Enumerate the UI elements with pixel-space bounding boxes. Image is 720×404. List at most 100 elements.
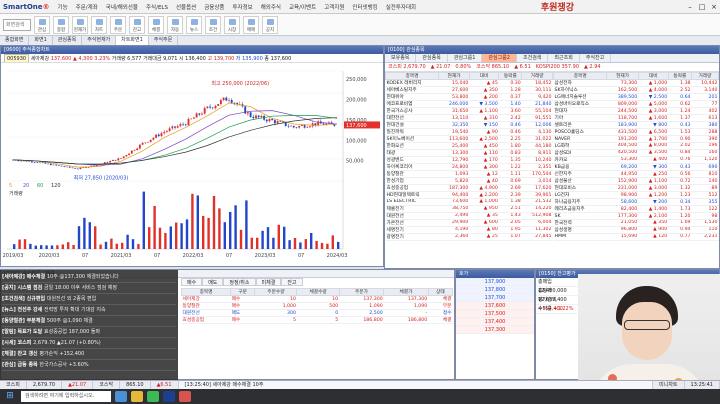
order-row[interactable]: 세아제강 매수 10 10 137,300 137,300 체결 (181, 295, 453, 303)
screen-tab[interactable]: 관심종목 (53, 36, 83, 45)
watchlist-row[interactable]: 셀트리온 183,900 ▼ 800 0.43 380 (553, 121, 719, 130)
toolbar-button[interactable]: 현재가 (72, 15, 88, 34)
column-header[interactable]: 등락률 (498, 72, 523, 80)
orderbook-price-row[interactable]: 137,400 (456, 318, 534, 326)
maximize-icon[interactable]: □ (696, 3, 708, 11)
order-row[interactable]: 대원전선 매도 300 0 2,500- 접수 (181, 309, 453, 317)
watchlist-row[interactable]: 현대위아 53,800 ▲ 200 0.37 9,420 (385, 93, 553, 101)
watchlist-row[interactable]: LG화학 404,500 ▲ 8,000 2.02 196 (553, 142, 719, 150)
watchlist-tab[interactable]: 보유종목 (385, 54, 417, 62)
toolbar-button[interactable]: 조건 (205, 15, 221, 34)
watchlist-row[interactable]: 삼성전자 73,300 ▲ 1,000 1.38 10,442 (553, 79, 719, 88)
recording-app-icon[interactable] (179, 391, 191, 402)
notification-item[interactable]: [뉴스] 전선주 강세 전력망 투자 확대 기대감 지속 (2, 305, 176, 316)
column-header[interactable]: 거래량 (691, 71, 719, 81)
orderbook-price-row[interactable]: 137,700 (456, 294, 534, 302)
watchlist-row[interactable]: 신한지주 44,950 ▲ 250 0.56 810 (553, 170, 719, 179)
watchlist-row[interactable]: 기아 118,700 ▲ 1,600 1.37 613 (553, 114, 719, 123)
toolbar-button[interactable]: 차트 (91, 15, 107, 34)
trading-app-icon[interactable] (163, 391, 175, 402)
menu-item[interactable]: 인터넷뱅킹 (348, 3, 381, 11)
watchlist-row[interactable]: HD현대일렉트릭 94,400 ▲ 2,200 2.39 39,901 (385, 191, 553, 199)
watchlist-row[interactable]: 광명전기 2,360 ▲ 25 1.07 27,845 (385, 233, 553, 241)
notification-item[interactable]: [시세] 코스피 2,679.70 ▲21.07 (+0.80%) (2, 338, 176, 349)
watchlist-row[interactable]: LG전자 98,900 ▲ 1,200 1.23 512 (553, 191, 719, 200)
watchlist-row[interactable]: SK하이닉스 162,500 ▲ 4,000 2.52 3,140 (553, 86, 719, 95)
menu-item[interactable]: 국내/해외선물 (102, 3, 142, 11)
column-header[interactable]: 종목명 (552, 71, 608, 81)
orderbook-price-row[interactable]: 137,800 (456, 286, 534, 294)
order-row[interactable]: 동양철관 매수 1,000 500 1,090 1,090 부분 (181, 302, 453, 310)
menu-item[interactable]: 투자정보 (229, 3, 257, 11)
toolbar-button[interactable]: 뉴스 (186, 15, 202, 34)
watchlist-row[interactable]: 세아베스틸지주 27,600 ▲ 350 1.28 30,111 (385, 86, 553, 94)
toolbar-button[interactable]: 잔고 (129, 15, 145, 34)
order-row[interactable]: 효성중공업 매수 5 5 186,800 186,800 체결 (181, 316, 453, 324)
watchlist-row[interactable]: 삼성SDI 420,500 ▲ 3,500 0.84 160 (553, 149, 719, 157)
watchlist-row[interactable]: LS ELECTRIC 73,600 ▲ 1,000 1.38 21,532 (385, 198, 553, 206)
watchlist-row[interactable]: POSCO홀딩스 431,500 ▲ 6,500 1.53 288 (553, 128, 719, 137)
watchlist-tab[interactable]: 관심그룹2 (482, 54, 517, 62)
order-tab[interactable]: 매수 (181, 278, 203, 286)
watchlist-row[interactable]: LG에너지솔루션 389,500 ▼ 2,500 0.64 201 (553, 93, 719, 102)
watchlist-row[interactable]: 일진파워 19,540 ▲ 90 0.46 4,130 (385, 128, 553, 136)
watchlist-row[interactable]: 동양철관 1,093 ▲ 12 1.11 170,544 (385, 170, 553, 178)
watchlist-row[interactable]: 세명전기 4,190 ▲ 80 1.95 11,302 (385, 226, 553, 234)
order-tab[interactable]: 미체결 (255, 278, 282, 286)
screen-tab[interactable]: 주식주문 (149, 36, 179, 45)
watchlist-row[interactable]: 한화오션 25,400 ▲ 450 1.80 44,180 (385, 142, 553, 150)
watchlist-row[interactable]: SK 177,300 ▲ 2,100 1.20 98 (553, 212, 719, 220)
toolbar-button[interactable]: 매매 (243, 15, 259, 34)
watchlist-row[interactable]: 한성기업 5,820 ▲ 40 0.69 3,014 (385, 177, 553, 185)
watchlist-row[interactable]: NAVER 191,200 ▲ 1,700 0.90 390 (553, 135, 719, 143)
watchlist-row[interactable]: HMM 15,690 ▲ 120 0.77 2,231 (553, 233, 719, 241)
notification-item[interactable]: [공지] 시스템 점검 금일 18:00 이후 서비스 점검 예정 (2, 283, 176, 294)
watchlist-row[interactable]: 현대건설 32,350 ▼ 150 0.46 12,006 (385, 121, 553, 129)
watchlist-row[interactable]: 제룡전기 38,750 ▲ 950 2.51 14,220 (385, 205, 553, 213)
watchlist-row[interactable]: 하이록코리아 24,800 ▲ 300 1.22 2,351 (385, 163, 553, 171)
toolbar-button[interactable]: 체결 (148, 15, 164, 34)
toolbar-button[interactable]: 공지 (262, 15, 278, 34)
menu-item[interactable]: 고객지원 (320, 3, 348, 11)
close-icon[interactable]: × (708, 3, 720, 11)
screen-tab[interactable]: 화면1 (29, 36, 53, 45)
column-header[interactable]: 대비 (637, 71, 669, 81)
menu-item[interactable]: 주문/계좌 (72, 3, 102, 11)
toolbar-button[interactable]: 시장 (224, 15, 240, 34)
watchlist-row[interactable]: KB금융 69,200 ▼ 300 0.43 690 (553, 163, 719, 172)
watchlist-tab[interactable]: 관심종목 (416, 54, 448, 62)
notification-item[interactable]: [동양철관] 부분체결 500주 @1,090 체결 (2, 316, 176, 327)
menu-item[interactable]: 교육/이벤트 (285, 3, 320, 11)
notification-item[interactable]: [체결] 잔고 갱신 평가손익 +152,400 (2, 349, 176, 360)
order-tab[interactable]: 정정/취소 (223, 278, 256, 286)
windows-start-icon[interactable]: ⊞ (3, 391, 17, 402)
menu-item[interactable]: 주식/ELS (142, 3, 172, 11)
watchlist-row[interactable]: 현대차 244,500 ▲ 3,000 1.24 402 (553, 107, 719, 116)
toolbar-button[interactable]: 관심 (34, 15, 50, 34)
watchlist-tab[interactable]: 최근조회 (548, 54, 580, 62)
watchlist-row[interactable]: 현대모비스 231,000 ▲ 3,000 1.32 89 (553, 184, 719, 193)
taskbar-search-input[interactable]: 검색하려면 여기에 입력하십시오. (21, 391, 111, 402)
column-header[interactable]: 거래량 (521, 72, 553, 80)
watchlist-row[interactable]: 삼성물산 152,900 ▲ 1,100 0.72 140 (553, 177, 719, 186)
menu-item[interactable]: 금융상품 (200, 3, 228, 11)
column-header[interactable]: 현재가 (438, 72, 470, 80)
watchlist-row[interactable]: 태광 13,300 ▲ 110 0.83 8,911 (385, 149, 553, 157)
orderbook-price-row[interactable]: 137,900 (456, 278, 534, 286)
watchlist-row[interactable]: 삼성바이오로직스 809,000 ▲ 5,000 0.62 77 (553, 100, 719, 109)
minimize-icon[interactable]: – (684, 3, 696, 11)
watchlist-row[interactable]: 메리츠금융지주 82,400 ▲ 1,400 1.73 122 (553, 205, 719, 214)
chrome-icon[interactable] (147, 391, 159, 402)
watchlist-row[interactable]: KODEX 레버리지 15,040 ▲ 45 0.30 18,452 (385, 79, 553, 87)
watchlist-row[interactable]: 삼성생명 96,800 ▲ 900 0.94 110 (553, 226, 719, 234)
orderbook-price-row[interactable]: 137,300 (456, 326, 534, 334)
menu-item[interactable]: 기능 (54, 3, 72, 11)
notification-item[interactable]: [관심] 급등 종목 한국가스공사 +3.60% (2, 360, 176, 371)
watchlist-row[interactable]: 한국전력 21,050 ▲ 350 1.69 1,530 (553, 219, 719, 227)
orderbook-price-row[interactable]: 137,600 (456, 302, 534, 310)
screen-tab[interactable]: 주식현재가 (82, 36, 117, 45)
watchlist-row[interactable]: 에코프로비엠 246,000 ▼ 3,500 1.40 21,840 (385, 100, 553, 108)
watchlist-row[interactable]: 성광벤드 12,790 ▲ 170 1.35 10,240 (385, 156, 553, 164)
toolbar-button[interactable]: 자동 (167, 15, 183, 34)
notification-item[interactable]: [조건검색] 신규편입 대원전선 외 2종목 편입 (2, 294, 176, 305)
